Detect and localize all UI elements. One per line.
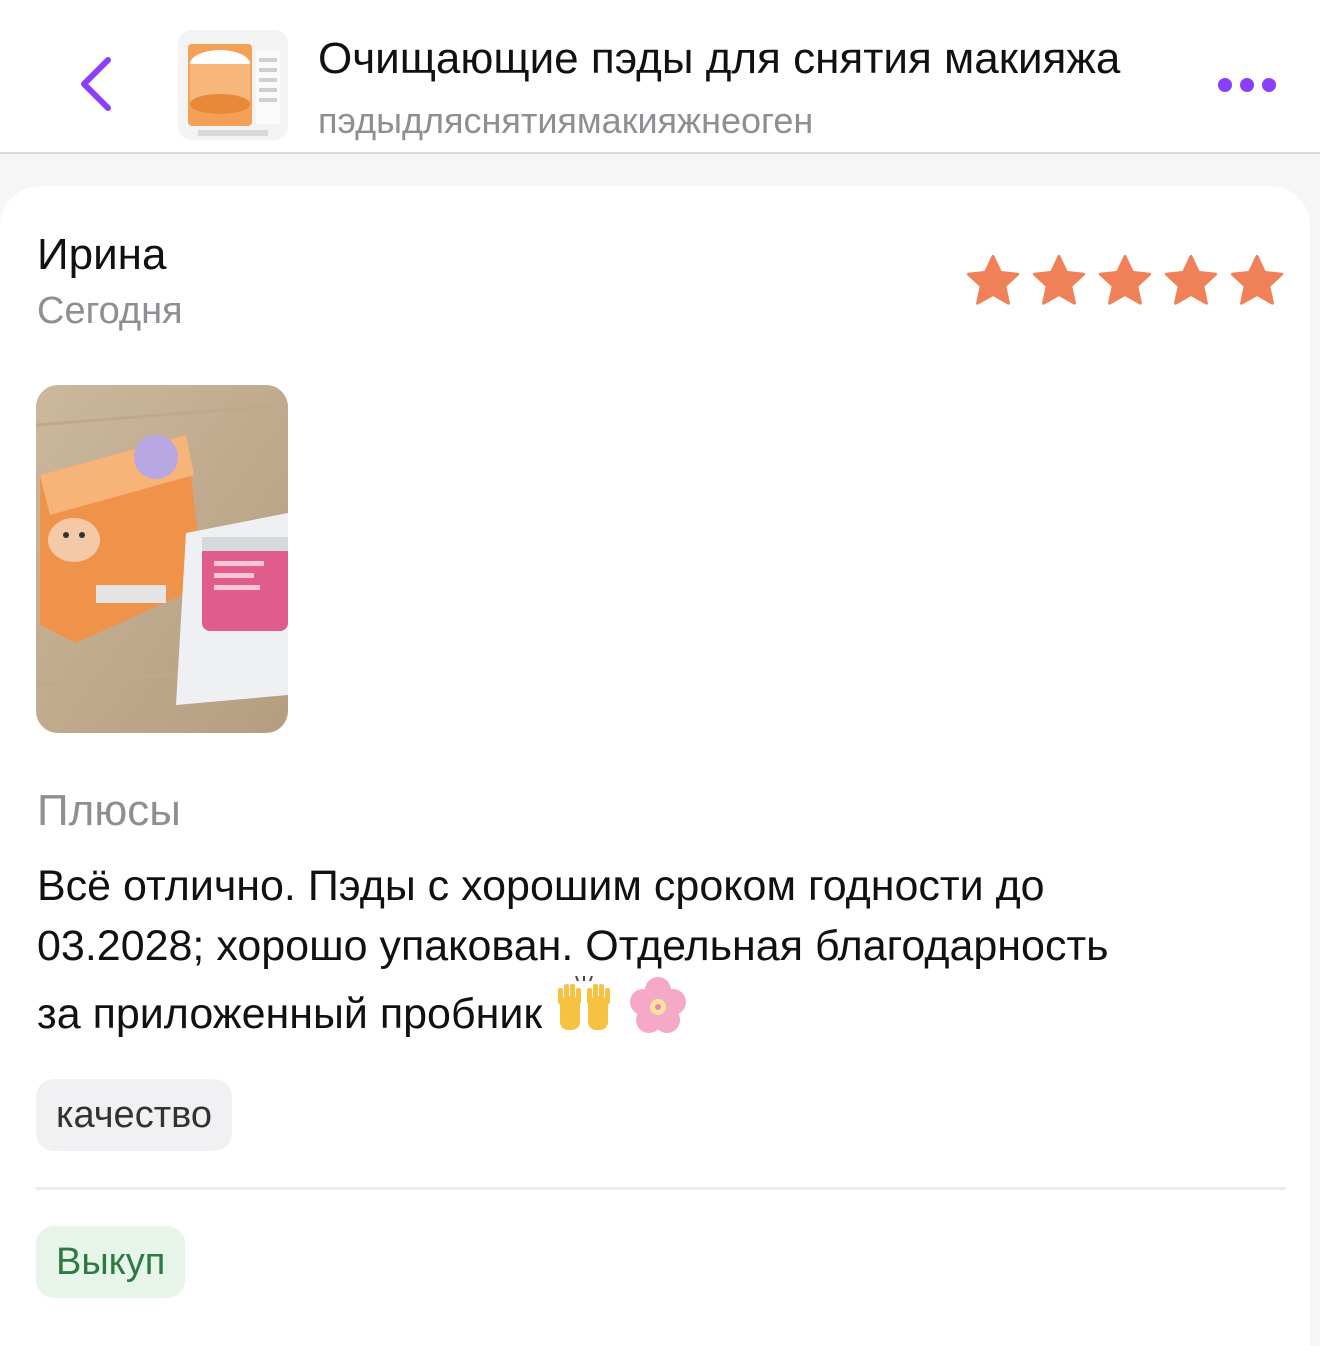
pros-label: Плюсы [37, 786, 181, 835]
star-icon [966, 254, 1020, 305]
product-title[interactable]: Очищающие пэды для снятия макияжа [318, 34, 1198, 84]
review-author: Ирина [37, 230, 167, 279]
star-icon [1164, 254, 1218, 305]
product-jar-image [178, 30, 288, 140]
review-photo[interactable] [36, 385, 288, 733]
star-icon [1032, 254, 1086, 305]
more-options-button[interactable] [1212, 70, 1282, 100]
chevron-left-icon [81, 57, 111, 111]
star-rating [964, 252, 1286, 310]
review-text-line: Всё отлично. Пэды с хорошим сроком годно… [37, 862, 1045, 910]
review-date: Сегодня [37, 290, 183, 332]
product-subtitle: пэдыдляснятиямакияжнеоген [318, 100, 814, 141]
top-bar: Очищающие пэды для снятия макияжа пэдыдл… [0, 0, 1320, 154]
cherry-blossom-emoji [628, 976, 688, 1052]
star-icon [1098, 254, 1152, 305]
purchase-badge: Выкуп [36, 1226, 186, 1298]
review-text-line: за приложенный пробник [37, 990, 543, 1038]
product-thumbnail[interactable] [178, 30, 288, 140]
star-icon [1230, 254, 1284, 305]
back-button[interactable] [70, 52, 126, 116]
divider [36, 1187, 1286, 1190]
review-text-line: 03.2028; хорошо упакован. Отдельная благ… [37, 922, 1109, 970]
raising-hands-emoji [554, 975, 616, 1052]
tag-quality[interactable]: качество [36, 1079, 232, 1151]
review-text: Всё отлично. Пэды с хорошим сроком годно… [37, 856, 1287, 1052]
review-card: Ирина Сегодня Плюсы Всё отлично. Пэды с … [0, 186, 1310, 1346]
review-photo-image [36, 385, 288, 733]
